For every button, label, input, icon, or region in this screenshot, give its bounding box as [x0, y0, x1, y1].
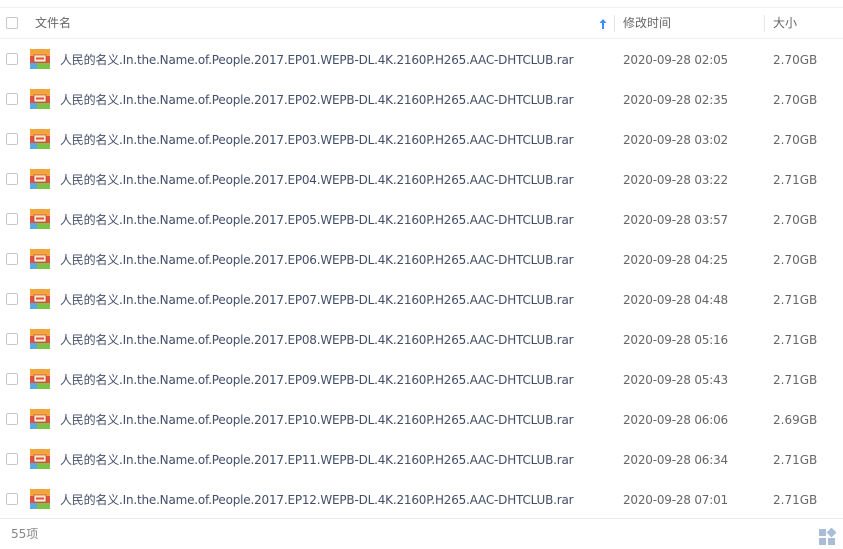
- file-size: 2.70GB: [773, 93, 818, 107]
- row-checkbox[interactable]: [6, 293, 18, 305]
- file-row[interactable]: 人民的名义.In.the.Name.of.People.2017.EP01.WE…: [0, 40, 843, 80]
- row-checkbox[interactable]: [6, 133, 18, 145]
- grid-view-icon[interactable]: [818, 528, 836, 546]
- select-all-checkbox[interactable]: [6, 17, 18, 29]
- rar-archive-icon: [30, 89, 50, 109]
- file-modified-time: 2020-09-28 02:35: [623, 93, 728, 107]
- column-header-size[interactable]: 大小: [773, 8, 797, 38]
- file-row[interactable]: 人民的名义.In.the.Name.of.People.2017.EP06.WE…: [0, 240, 843, 280]
- file-modified-time: 2020-09-28 04:48: [623, 293, 728, 307]
- column-header-name[interactable]: 文件名: [35, 8, 71, 38]
- file-name[interactable]: 人民的名义.In.the.Name.of.People.2017.EP09.WE…: [60, 360, 574, 400]
- rar-archive-icon: [30, 169, 50, 189]
- file-name[interactable]: 人民的名义.In.the.Name.of.People.2017.EP08.WE…: [60, 320, 574, 360]
- file-row[interactable]: 人民的名义.In.the.Name.of.People.2017.EP07.WE…: [0, 280, 843, 320]
- file-row[interactable]: 人民的名义.In.the.Name.of.People.2017.EP08.WE…: [0, 320, 843, 360]
- file-name[interactable]: 人民的名义.In.the.Name.of.People.2017.EP02.WE…: [60, 80, 574, 120]
- file-row[interactable]: 人民的名义.In.the.Name.of.People.2017.EP11.WE…: [0, 440, 843, 480]
- file-modified-time: 2020-09-28 05:16: [623, 333, 728, 347]
- file-row[interactable]: 人民的名义.In.the.Name.of.People.2017.EP04.WE…: [0, 160, 843, 200]
- file-size: 2.71GB: [773, 333, 818, 347]
- rar-archive-icon: [30, 49, 50, 69]
- sort-up-arrow-icon[interactable]: [598, 18, 608, 30]
- file-modified-time: 2020-09-28 03:57: [623, 213, 728, 227]
- file-name[interactable]: 人民的名义.In.the.Name.of.People.2017.EP06.WE…: [60, 240, 574, 280]
- rar-archive-icon: [30, 369, 50, 389]
- row-checkbox[interactable]: [6, 493, 18, 505]
- file-row[interactable]: 人民的名义.In.the.Name.of.People.2017.EP03.WE…: [0, 120, 843, 160]
- file-size: 2.71GB: [773, 373, 818, 387]
- file-list: 人民的名义.In.the.Name.of.People.2017.EP01.WE…: [0, 40, 843, 520]
- rar-archive-icon: [30, 329, 50, 349]
- rar-archive-icon: [30, 489, 50, 509]
- rar-archive-icon: [30, 129, 50, 149]
- file-name[interactable]: 人民的名义.In.the.Name.of.People.2017.EP11.WE…: [60, 440, 574, 480]
- file-modified-time: 2020-09-28 06:34: [623, 453, 728, 467]
- file-size: 2.70GB: [773, 253, 818, 267]
- row-checkbox[interactable]: [6, 53, 18, 65]
- column-divider[interactable]: [614, 15, 615, 32]
- file-modified-time: 2020-09-28 06:06: [623, 413, 728, 427]
- file-row[interactable]: 人民的名义.In.the.Name.of.People.2017.EP12.WE…: [0, 480, 843, 520]
- column-header-time[interactable]: 修改时间: [623, 8, 671, 38]
- row-checkbox[interactable]: [6, 173, 18, 185]
- rar-archive-icon: [30, 449, 50, 469]
- file-row[interactable]: 人民的名义.In.the.Name.of.People.2017.EP02.WE…: [0, 80, 843, 120]
- file-row[interactable]: 人民的名义.In.the.Name.of.People.2017.EP10.WE…: [0, 400, 843, 440]
- file-size: 2.71GB: [773, 293, 818, 307]
- rar-archive-icon: [30, 249, 50, 269]
- row-checkbox[interactable]: [6, 213, 18, 225]
- file-modified-time: 2020-09-28 05:43: [623, 373, 728, 387]
- rar-archive-icon: [30, 289, 50, 309]
- file-modified-time: 2020-09-28 03:02: [623, 133, 728, 147]
- file-modified-time: 2020-09-28 04:25: [623, 253, 728, 267]
- rar-archive-icon: [30, 209, 50, 229]
- file-modified-time: 2020-09-28 07:01: [623, 493, 728, 507]
- column-divider[interactable]: [764, 15, 765, 32]
- file-size: 2.71GB: [773, 453, 818, 467]
- list-header: 文件名 修改时间 大小: [0, 7, 843, 39]
- file-size: 2.70GB: [773, 133, 818, 147]
- row-checkbox[interactable]: [6, 93, 18, 105]
- file-list-window: 文件名 修改时间 大小 人民的名义.In.the.Name.of.People.…: [0, 0, 843, 549]
- file-size: 2.70GB: [773, 53, 818, 67]
- row-checkbox[interactable]: [6, 373, 18, 385]
- status-bar: 55项: [0, 518, 843, 549]
- file-name[interactable]: 人民的名义.In.the.Name.of.People.2017.EP12.WE…: [60, 480, 574, 520]
- file-modified-time: 2020-09-28 02:05: [623, 53, 728, 67]
- file-size: 2.70GB: [773, 213, 818, 227]
- rar-archive-icon: [30, 409, 50, 429]
- file-name[interactable]: 人民的名义.In.the.Name.of.People.2017.EP10.WE…: [60, 400, 574, 440]
- file-size: 2.71GB: [773, 493, 818, 507]
- file-name[interactable]: 人民的名义.In.the.Name.of.People.2017.EP04.WE…: [60, 160, 574, 200]
- row-checkbox[interactable]: [6, 253, 18, 265]
- row-checkbox[interactable]: [6, 413, 18, 425]
- file-modified-time: 2020-09-28 03:22: [623, 173, 728, 187]
- file-row[interactable]: 人民的名义.In.the.Name.of.People.2017.EP05.WE…: [0, 200, 843, 240]
- file-size: 2.69GB: [773, 413, 818, 427]
- item-count: 55项: [11, 527, 39, 541]
- row-checkbox[interactable]: [6, 453, 18, 465]
- row-checkbox[interactable]: [6, 333, 18, 345]
- file-name[interactable]: 人民的名义.In.the.Name.of.People.2017.EP01.WE…: [60, 40, 574, 80]
- file-size: 2.71GB: [773, 173, 818, 187]
- file-name[interactable]: 人民的名义.In.the.Name.of.People.2017.EP05.WE…: [60, 200, 574, 240]
- file-row[interactable]: 人民的名义.In.the.Name.of.People.2017.EP09.WE…: [0, 360, 843, 400]
- file-name[interactable]: 人民的名义.In.the.Name.of.People.2017.EP03.WE…: [60, 120, 574, 160]
- file-name[interactable]: 人民的名义.In.the.Name.of.People.2017.EP07.WE…: [60, 280, 574, 320]
